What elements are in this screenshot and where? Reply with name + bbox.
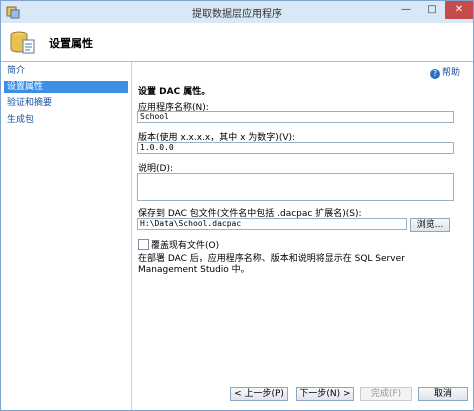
section-title: 设置 DAC 属性。	[138, 87, 211, 97]
page-header: 设置属性	[1, 23, 473, 62]
minimize-button[interactable]: —	[393, 1, 419, 19]
cancel-button[interactable]: 取消	[418, 387, 468, 401]
save-path-input[interactable]: H:\Data\School.dacpac	[137, 218, 407, 230]
sidebar-item-intro[interactable]: 简介	[4, 65, 128, 77]
title-bar: 提取数据层应用程序 — □ ✕	[1, 1, 473, 24]
wizard-steps-sidebar: 简介 设置属性 验证和摘要 生成包	[1, 62, 132, 410]
database-package-icon	[10, 31, 35, 54]
maximize-button[interactable]: □	[419, 1, 445, 19]
wizard-window: 提取数据层应用程序 — □ ✕ 设置属性 简介 设置属性 验证和摘要 生成包 ?…	[0, 0, 474, 411]
app-name-input[interactable]: School	[137, 111, 454, 123]
main-panel: ? 帮助 设置 DAC 属性。 应用程序名称(N): School 版本(使用 x…	[132, 62, 473, 380]
close-button[interactable]: ✕	[445, 1, 473, 19]
button-bar: < 上一步(P) 下一步(N) > 完成(F) 取消	[132, 380, 473, 410]
page-title: 设置属性	[49, 37, 93, 50]
help-label: 帮助	[442, 68, 461, 78]
sidebar-item-validation-summary[interactable]: 验证和摘要	[4, 97, 128, 109]
next-button[interactable]: 下一步(N) >	[296, 387, 354, 401]
description-textarea[interactable]	[137, 173, 454, 201]
help-icon: ?	[430, 69, 440, 79]
overwrite-label: 覆盖现有文件(O)	[151, 241, 220, 251]
browse-button[interactable]: 浏览...	[410, 218, 450, 232]
previous-button[interactable]: < 上一步(P)	[230, 387, 288, 401]
sidebar-item-set-properties[interactable]: 设置属性	[4, 81, 128, 93]
version-input[interactable]: 1.0.0.0	[137, 142, 454, 154]
help-link[interactable]: ? 帮助	[430, 65, 460, 79]
sidebar-item-build-package[interactable]: 生成包	[4, 114, 128, 126]
checkbox-box[interactable]	[138, 239, 149, 250]
finish-button[interactable]: 完成(F)	[360, 387, 412, 401]
deploy-note: 在部署 DAC 后，应用程序名称、版本和说明将显示在 SQL Server Ma…	[138, 254, 405, 275]
